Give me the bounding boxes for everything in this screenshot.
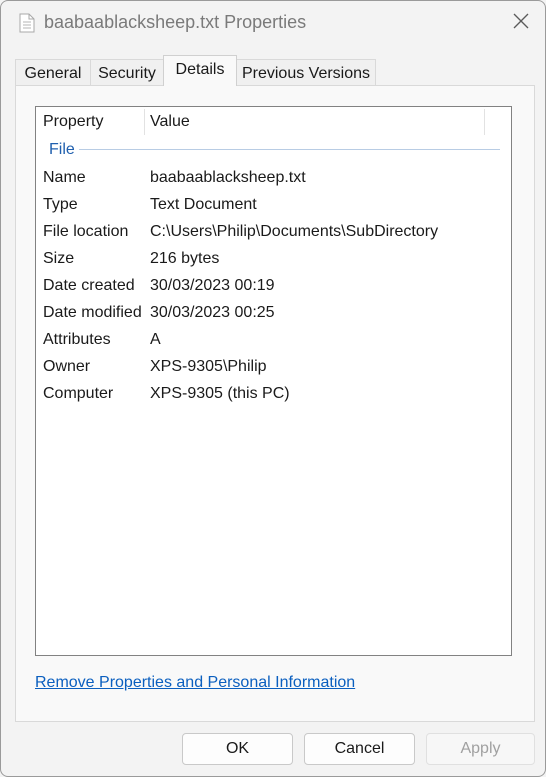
property-label: Name [43,169,86,186]
property-value: XPS-9305 (this PC) [150,385,290,402]
table-row[interactable]: Owner XPS-9305\Philip [36,354,511,381]
property-label: Computer [43,385,114,402]
tab-previous-versions[interactable]: Previous Versions [236,59,376,85]
table-row[interactable]: Attributes A [36,327,511,354]
property-value: 216 bytes [150,250,220,267]
details-panel: Property Value File Name baabaablackshee… [15,85,535,722]
column-divider[interactable] [484,109,485,135]
property-value: baabaablacksheep.txt [150,169,306,186]
property-value: XPS-9305\Philip [150,358,267,375]
details-list[interactable]: Property Value File Name baabaablackshee… [35,106,512,656]
property-value: 30/03/2023 00:19 [150,277,275,294]
apply-button[interactable]: Apply [426,733,535,765]
column-divider[interactable] [144,109,145,135]
ok-button[interactable]: OK [182,733,293,765]
property-label: Type [43,196,78,213]
title-bar: baabaablacksheep.txt Properties [1,1,545,45]
close-button[interactable] [501,5,541,41]
cancel-button[interactable]: Cancel [304,733,415,765]
property-value: Text Document [150,196,257,213]
tab-general[interactable]: General [15,59,91,85]
property-label: Owner [43,358,91,375]
property-value: C:\Users\Philip\Documents\SubDirectory [150,223,439,240]
property-label: Attributes [43,331,111,348]
tab-security[interactable]: Security [90,59,164,85]
table-row[interactable]: Type Text Document [36,192,511,219]
text-file-icon [19,13,35,33]
tab-details[interactable]: Details [163,55,237,86]
group-divider [79,149,500,150]
column-header-value[interactable]: Value [150,107,190,135]
table-row[interactable]: Date modified 30/03/2023 00:25 [36,300,511,327]
property-label: Date modified [43,304,142,321]
window-title: baabaablacksheep.txt Properties [44,12,307,32]
property-label: File location [43,223,129,240]
property-label: Date created [43,277,135,294]
property-value: 30/03/2023 00:25 [150,304,275,321]
column-header-property[interactable]: Property [43,107,103,135]
close-icon [513,13,529,34]
table-row[interactable]: Computer XPS-9305 (this PC) [36,381,511,408]
property-label: Size [43,250,75,267]
table-row[interactable]: Size 216 bytes [36,246,511,273]
remove-properties-link[interactable]: Remove Properties and Personal Informati… [35,674,355,692]
table-row[interactable]: File location C:\Users\Philip\Documents\… [36,219,511,246]
properties-dialog: baabaablacksheep.txt Properties General … [0,0,546,777]
list-header: Property Value [36,107,511,135]
table-row[interactable]: Name baabaablacksheep.txt [36,165,511,192]
property-value: A [150,331,161,348]
group-header-file: File [49,141,75,158]
table-row[interactable]: Date created 30/03/2023 00:19 [36,273,511,300]
